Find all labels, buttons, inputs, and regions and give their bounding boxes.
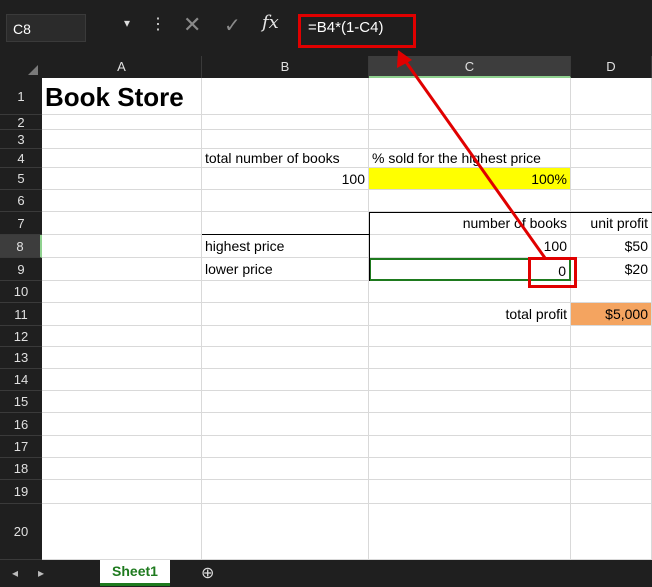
scroll-left-icon[interactable]: ◂ xyxy=(12,566,18,580)
annotation-arrow xyxy=(397,50,547,259)
add-sheet-icon[interactable]: ⊕ xyxy=(201,563,214,583)
sheet-tab-bar: ◂ ▸ Sheet1 ⊕ xyxy=(0,560,652,587)
sheet-tab-sheet1[interactable]: Sheet1 xyxy=(100,560,170,586)
scroll-right-icon[interactable]: ▸ xyxy=(38,566,44,580)
